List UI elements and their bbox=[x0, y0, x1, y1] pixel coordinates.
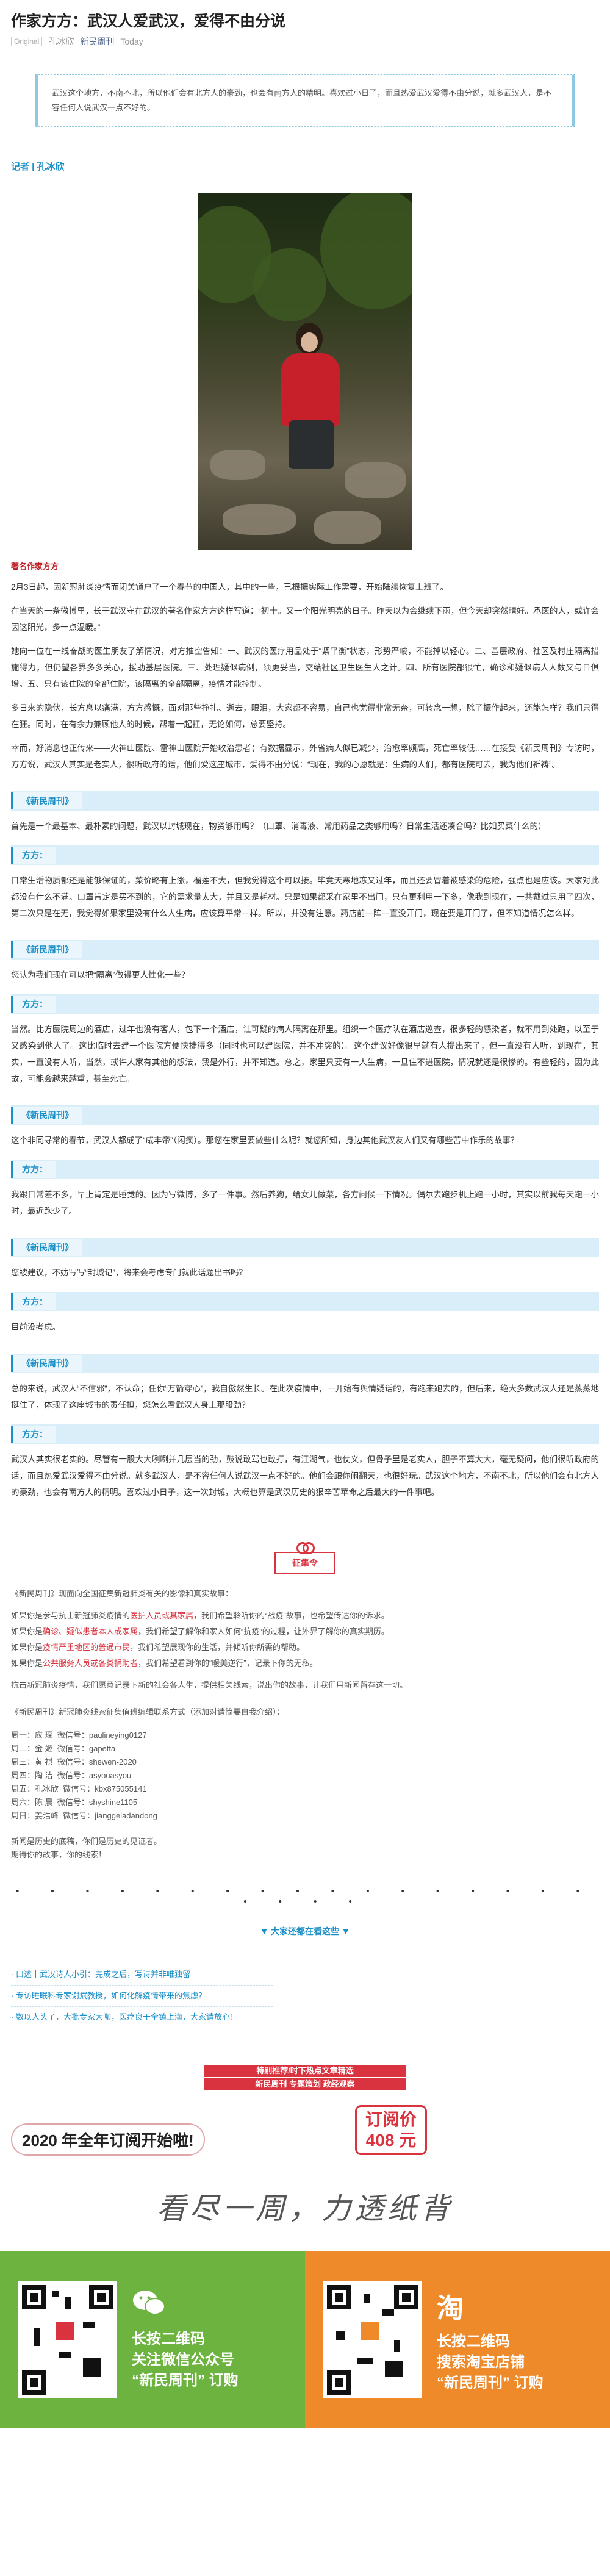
contacts-block: 《新民周刊》新冠肺炎线索征集值班编辑联系方式（添加对请简要自我介绍）： 周一：应… bbox=[11, 1706, 599, 1862]
author-photo bbox=[198, 193, 412, 550]
paragraph: 2月3日起，因新冠肺炎疫情而闭关锁户了一个春节的中国人，其中的一些，已根据实际工… bbox=[11, 583, 449, 592]
wechat-icon bbox=[132, 2289, 239, 2323]
qr-right-line1: 长按二维码 bbox=[437, 2333, 510, 2350]
question-text: 总的来说，武汉人“不信邪”，不认命；任你“万箭穿心”，我自傲然生长。在此次疫情中… bbox=[11, 1384, 599, 1410]
article-title: 作家方方：武汉人爱武汉，爱得不由分说 bbox=[11, 13, 286, 30]
notice-line: 如果你是确诊、疑似患者本人或家属，我们希望了解你和家人如何“抗疫”的过程，让外界… bbox=[11, 1627, 389, 1636]
question-label: 《新民周刊》 bbox=[11, 791, 599, 811]
question-label: 《新民周刊》 bbox=[11, 1238, 599, 1257]
question-text: 这个非同寻常的春节，武汉人都成了“咸丰帝”（闲疯）。那您在家里要做些什么呢？就您… bbox=[11, 1136, 519, 1145]
paragraph: 她向一位在一线奋战的医生朋友了解情况，对方推空告知：一、武汉的医疗用品处于“紧平… bbox=[11, 647, 599, 689]
answer-text: 武汉人其实很老实的。尽管有一股大大咧咧并几层当的劲，鼓说敢骂也敢打，有江湖气，也… bbox=[11, 1455, 599, 1497]
promo-red-banner[interactable]: 特别推荐/时下热点文章精选 新民周刊 专题策划 政经观察 bbox=[204, 2065, 406, 2090]
question-text: 首先是一个最基本、最朴素的问题，武汉以封城现在，物资够用吗？（口罩、消毒液、常用… bbox=[11, 822, 547, 831]
qr-right-line2: 搜索淘宝店铺 bbox=[437, 2354, 525, 2370]
dot-divider: • • • • • • • • • • • • • • • • • • • • … bbox=[16, 1886, 594, 1907]
question-label: 《新民周刊》 bbox=[11, 1354, 599, 1373]
question-label: 《新民周刊》 bbox=[11, 1105, 599, 1125]
wechat-qr-panel[interactable]: 长按二维码 关注微信公众号 “新民周刊” 订购 bbox=[0, 2251, 305, 2428]
question-text: 您认为我们现在可以把“隔离”做得更人性化一些？ bbox=[11, 970, 190, 980]
question-text: 您被建议，不妨写写“封城记”，将来会考虑专门就此话题出书吗？ bbox=[11, 1268, 247, 1277]
contact-row: 周日：姜浩峰 微信号：jianggeladandong bbox=[11, 1811, 157, 1820]
notice-line: 如果你是参与抗击新冠肺炎疫情的医护人员或其家属，我们希望聆听你的“战疫”故事，也… bbox=[11, 1611, 389, 1620]
qr-right-line3: “新民周刊” 订购 bbox=[437, 2375, 544, 2391]
reporter-line: 记者 | 孔冰欣 bbox=[11, 162, 65, 172]
slogan: 看尽一周，力透纸背 bbox=[156, 2192, 453, 2226]
answer-label: 方方： bbox=[11, 845, 599, 865]
contact-row: 周六：陈 晨 微信号：shyshine1105 bbox=[11, 1798, 138, 1807]
collection-badge: 征集令 bbox=[274, 1542, 336, 1574]
article-meta: Original 孔冰欣 新民周刊 Today bbox=[11, 35, 599, 48]
related-links: · 口述丨武汉诗人小引：完成之后，写诗并非唯独留 · 专访睡眠科专家谢斌教授，如… bbox=[11, 1964, 599, 2028]
subscription-price: 订阅价 408 元 bbox=[354, 2105, 427, 2155]
subscription-banner[interactable]: 2020 年全年订阅开始啦! 订阅价 408 元 bbox=[0, 2105, 610, 2160]
rings-icon bbox=[296, 1542, 315, 1554]
taobao-icon: 淘 bbox=[437, 2294, 464, 2323]
contact-row: 周五：孔冰欣 微信号：kbx875055141 bbox=[11, 1784, 147, 1793]
contact-row: 周一：应 琛 微信号：paulineying0127 bbox=[11, 1731, 147, 1740]
publish-date: Today bbox=[120, 37, 143, 46]
contact-row: 周三：黄 祺 微信号：shewen-2020 bbox=[11, 1757, 137, 1767]
paragraph: 幸而，好消息也正传来——火神山医院、雷神山医院开始收治患者；有数据显示，外省病人… bbox=[11, 744, 599, 769]
paragraph: 多日来的隐伏，长方息以痛满，方方感慨，面对那些挣扎、逝去，眼泪，大家都不容易，自… bbox=[11, 703, 599, 729]
answer-label: 方方： bbox=[11, 994, 599, 1014]
taobao-qr-code[interactable] bbox=[323, 2281, 422, 2398]
answer-text: 当然。比方医院周边的酒店，过年也没有客人，包下一个酒店，让可疑的病人隔离在那里。… bbox=[11, 1025, 599, 1083]
question-label: 《新民周刊》 bbox=[11, 940, 599, 960]
related-link[interactable]: · 专访睡眠科专家谢斌教授，如何化解疫情带来的焦虑？ bbox=[11, 1986, 273, 2007]
notice-block: 《新民周刊》现面向全国征集新冠肺炎有关的影像和真实故事： 如果你是参与抗击新冠肺… bbox=[11, 1586, 599, 1693]
answer-label: 方方： bbox=[11, 1424, 599, 1444]
summary-box: 武汉这个地方，不南不北，所以他们会有北方人的豪劲，也会有南方人的精明。喜欢过小日… bbox=[35, 74, 575, 127]
answer-text: 目前没考虑。 bbox=[11, 1322, 60, 1332]
wechat-qr-code[interactable] bbox=[18, 2281, 117, 2398]
taobao-qr-panel[interactable]: 淘 长按二维码 搜索淘宝店铺 “新民周刊” 订购 bbox=[305, 2251, 610, 2428]
related-link[interactable]: · 口述丨武汉诗人小引：完成之后，写诗并非唯独留 bbox=[11, 1964, 273, 1986]
more-reading-label: ▼ 大家还都在看这些 ▼ bbox=[260, 1926, 350, 1936]
qr-left-line1: 长按二维码 bbox=[132, 2330, 205, 2347]
account-link[interactable]: 新民周刊 bbox=[80, 35, 114, 48]
contact-row: 周二：金 姬 微信号：gapetta bbox=[11, 1744, 116, 1753]
subscription-year: 2020 年全年订阅开始啦! bbox=[11, 2123, 205, 2156]
author: 孔冰欣 bbox=[48, 37, 74, 46]
original-tag: Original bbox=[11, 37, 43, 46]
qr-section: 长按二维码 关注微信公众号 “新民周刊” 订购 淘 长按二维码 搜索淘宝店铺 “… bbox=[0, 2251, 610, 2428]
answer-label: 方方： bbox=[11, 1160, 599, 1179]
paragraph: 在当天的一条微博里，长于武汉守在武汉的著名作家方方这样写道：“初十。又一个阳光明… bbox=[11, 606, 599, 632]
qr-left-line2: 关注微信公众号 bbox=[132, 2351, 234, 2368]
photo-caption: 著名作家方方 bbox=[11, 562, 59, 571]
article-page: 作家方方：武汉人爱武汉，爱得不由分说 Original 孔冰欣 新民周刊 Tod… bbox=[0, 0, 610, 2576]
answer-text: 我跟日常差不多，早上肯定是睡觉的。因为写微博，多了一件事。然后养狗，给女儿做菜，… bbox=[11, 1190, 599, 1216]
answer-text: 日常生活物质都还是能够保证的，菜价略有上涨，榴莲不大，但我觉得这个可以接。毕竟天… bbox=[11, 876, 599, 918]
notice-line: 如果你是公共服务人员或各类捐助者，我们希望看到你的“暖美逆行”，记录下你的无私。 bbox=[11, 1659, 318, 1668]
qr-left-line3: “新民周刊” 订购 bbox=[132, 2372, 239, 2389]
notice-line: 如果你是疫情严重地区的普通市民，我们希望展现你的生活，并倾听你所需的帮助。 bbox=[11, 1643, 305, 1652]
contact-row: 周四：陶 洁 微信号：asyouasyou bbox=[11, 1771, 132, 1780]
related-link[interactable]: · 数以人头了，大批专家大咖，医疗良于全镇上海，大家请放心！ bbox=[11, 2007, 273, 2028]
answer-label: 方方： bbox=[11, 1292, 599, 1311]
